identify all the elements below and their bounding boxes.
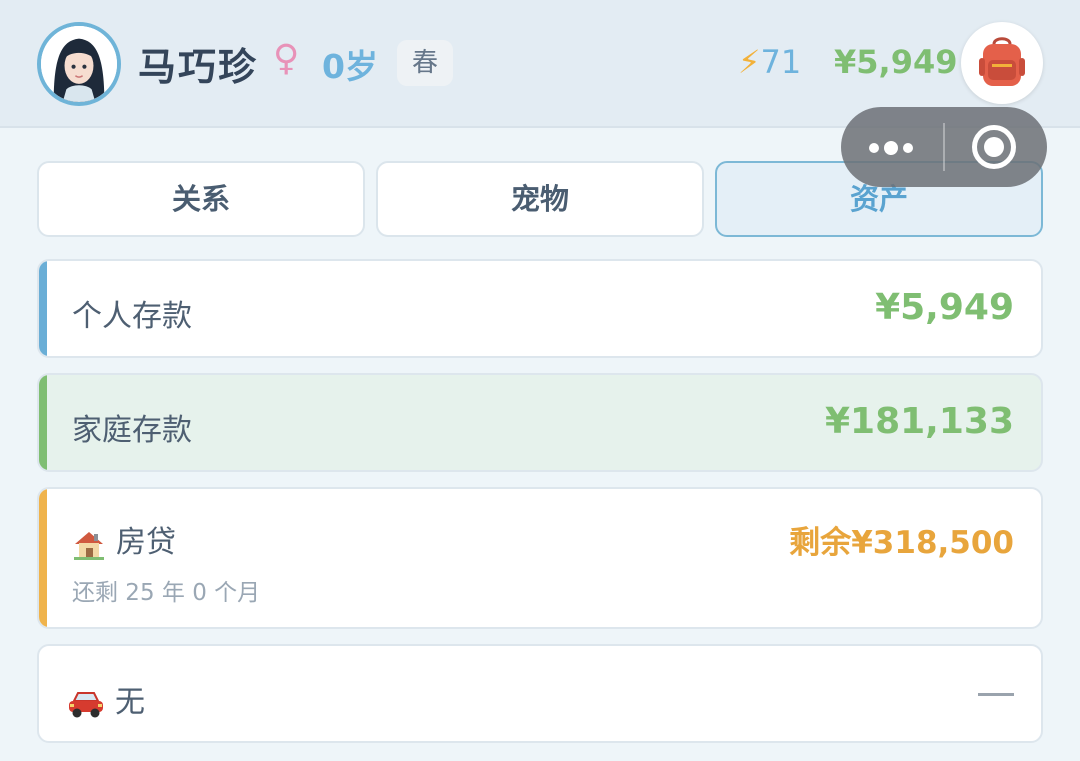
backpack-icon bbox=[979, 37, 1025, 86]
house-icon bbox=[74, 531, 104, 560]
personal-savings-label: 个人存款 bbox=[72, 299, 192, 334]
family-savings-label: 家庭存款 bbox=[72, 413, 192, 448]
capsule-divider bbox=[943, 123, 945, 171]
avatar[interactable] bbox=[37, 22, 121, 106]
female-icon: ♀ bbox=[273, 38, 300, 79]
tab-relationships[interactable]: 关系 bbox=[37, 161, 365, 237]
personal-savings-card: 个人存款 ¥5,949 bbox=[37, 259, 1043, 358]
card-accent-bar bbox=[39, 261, 47, 356]
car-title: 无 bbox=[67, 677, 145, 721]
mortgage-label: 房贷 bbox=[116, 525, 176, 560]
energy-stat: ⚡71 bbox=[738, 43, 801, 81]
mortgage-remaining-term: 还剩 25 年 0 个月 bbox=[72, 580, 261, 606]
tab-pets[interactable]: 宠物 bbox=[376, 161, 704, 237]
more-icon[interactable] bbox=[869, 141, 917, 155]
age-label: 0岁 bbox=[322, 47, 378, 86]
lightning-icon: ⚡ bbox=[738, 43, 761, 81]
card-accent-bar bbox=[39, 489, 47, 627]
season-badge: 春 bbox=[397, 40, 453, 86]
car-label: 无 bbox=[115, 685, 145, 720]
mortgage-card: 房贷 剩余¥318,500 还剩 25 年 0 个月 bbox=[37, 487, 1043, 629]
energy-value: 71 bbox=[760, 43, 802, 81]
card-accent-bar bbox=[39, 375, 47, 470]
family-savings-card: 家庭存款 ¥181,133 bbox=[37, 373, 1043, 472]
car-icon bbox=[69, 691, 103, 717]
player-name: 马巧珍 bbox=[138, 45, 259, 89]
mortgage-remaining-value: 剩余¥318,500 bbox=[789, 525, 1014, 561]
backpack-button[interactable] bbox=[961, 22, 1043, 104]
car-value-dash bbox=[978, 693, 1014, 696]
money-stat: ¥5,949 bbox=[834, 43, 958, 81]
personal-savings-value: ¥5,949 bbox=[875, 287, 1014, 328]
family-savings-value: ¥181,133 bbox=[824, 401, 1014, 442]
close-miniprogram-icon[interactable] bbox=[972, 125, 1016, 169]
mortgage-title: 房贷 bbox=[72, 517, 176, 561]
car-card: 无 bbox=[37, 644, 1043, 743]
girl-avatar-icon bbox=[41, 26, 117, 102]
miniprogram-capsule bbox=[841, 107, 1047, 187]
